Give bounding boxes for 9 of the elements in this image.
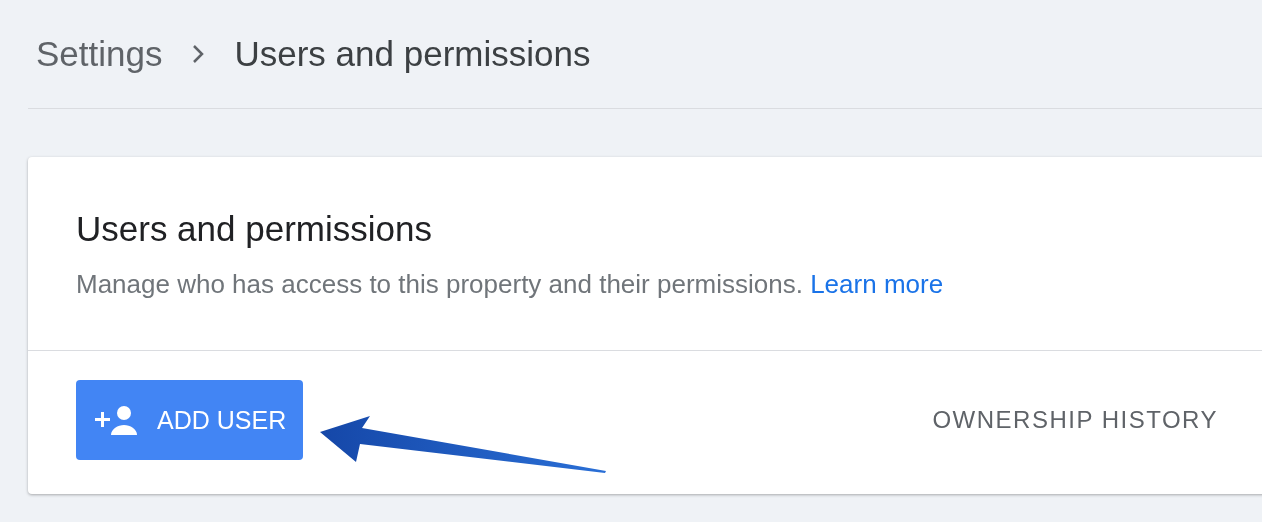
chevron-icon [192, 44, 205, 64]
card-title: Users and permissions [76, 209, 433, 249]
card-description: Manage who has access to this property and their permissions. Learn more [76, 269, 945, 300]
learn-more-link[interactable]: Learn more [810, 269, 944, 299]
ownership-history-button[interactable]: OWNERSHIP HISTORY [926, 405, 1224, 435]
add-person-icon [93, 404, 139, 436]
page-title: Users and permissions [234, 34, 591, 74]
add-user-button[interactable]: ADD USER [76, 380, 304, 460]
breadcrumb-link[interactable]: Settings [36, 34, 163, 74]
